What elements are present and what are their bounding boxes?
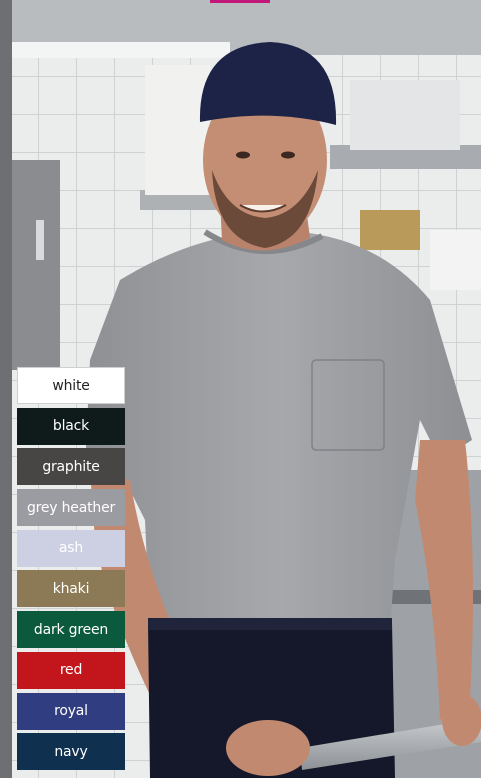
containers-left	[145, 65, 210, 195]
swatch-white[interactable]: white	[17, 367, 125, 404]
right-hand	[442, 694, 481, 746]
swatch-dark-green[interactable]: dark green	[17, 611, 125, 649]
swatch-black[interactable]: black	[17, 407, 125, 445]
swatch-graphite[interactable]: graphite	[17, 448, 125, 486]
swatch-ash[interactable]: ash	[17, 529, 125, 567]
containers-right	[350, 80, 460, 150]
product-photo: white black graphite grey heather ash khaki da…	[0, 0, 481, 778]
swatch-navy[interactable]: navy	[17, 733, 125, 771]
swatch-grey-heather[interactable]: grey heather	[17, 489, 125, 527]
light-strip	[0, 42, 230, 58]
color-swatch-list: white black graphite grey heather ash khaki da…	[17, 367, 125, 774]
steel-door	[12, 160, 60, 370]
left-hand	[226, 720, 310, 776]
swatch-royal[interactable]: royal	[17, 692, 125, 730]
swatch-khaki[interactable]: khaki	[17, 570, 125, 608]
swatch-red[interactable]: red	[17, 651, 125, 689]
